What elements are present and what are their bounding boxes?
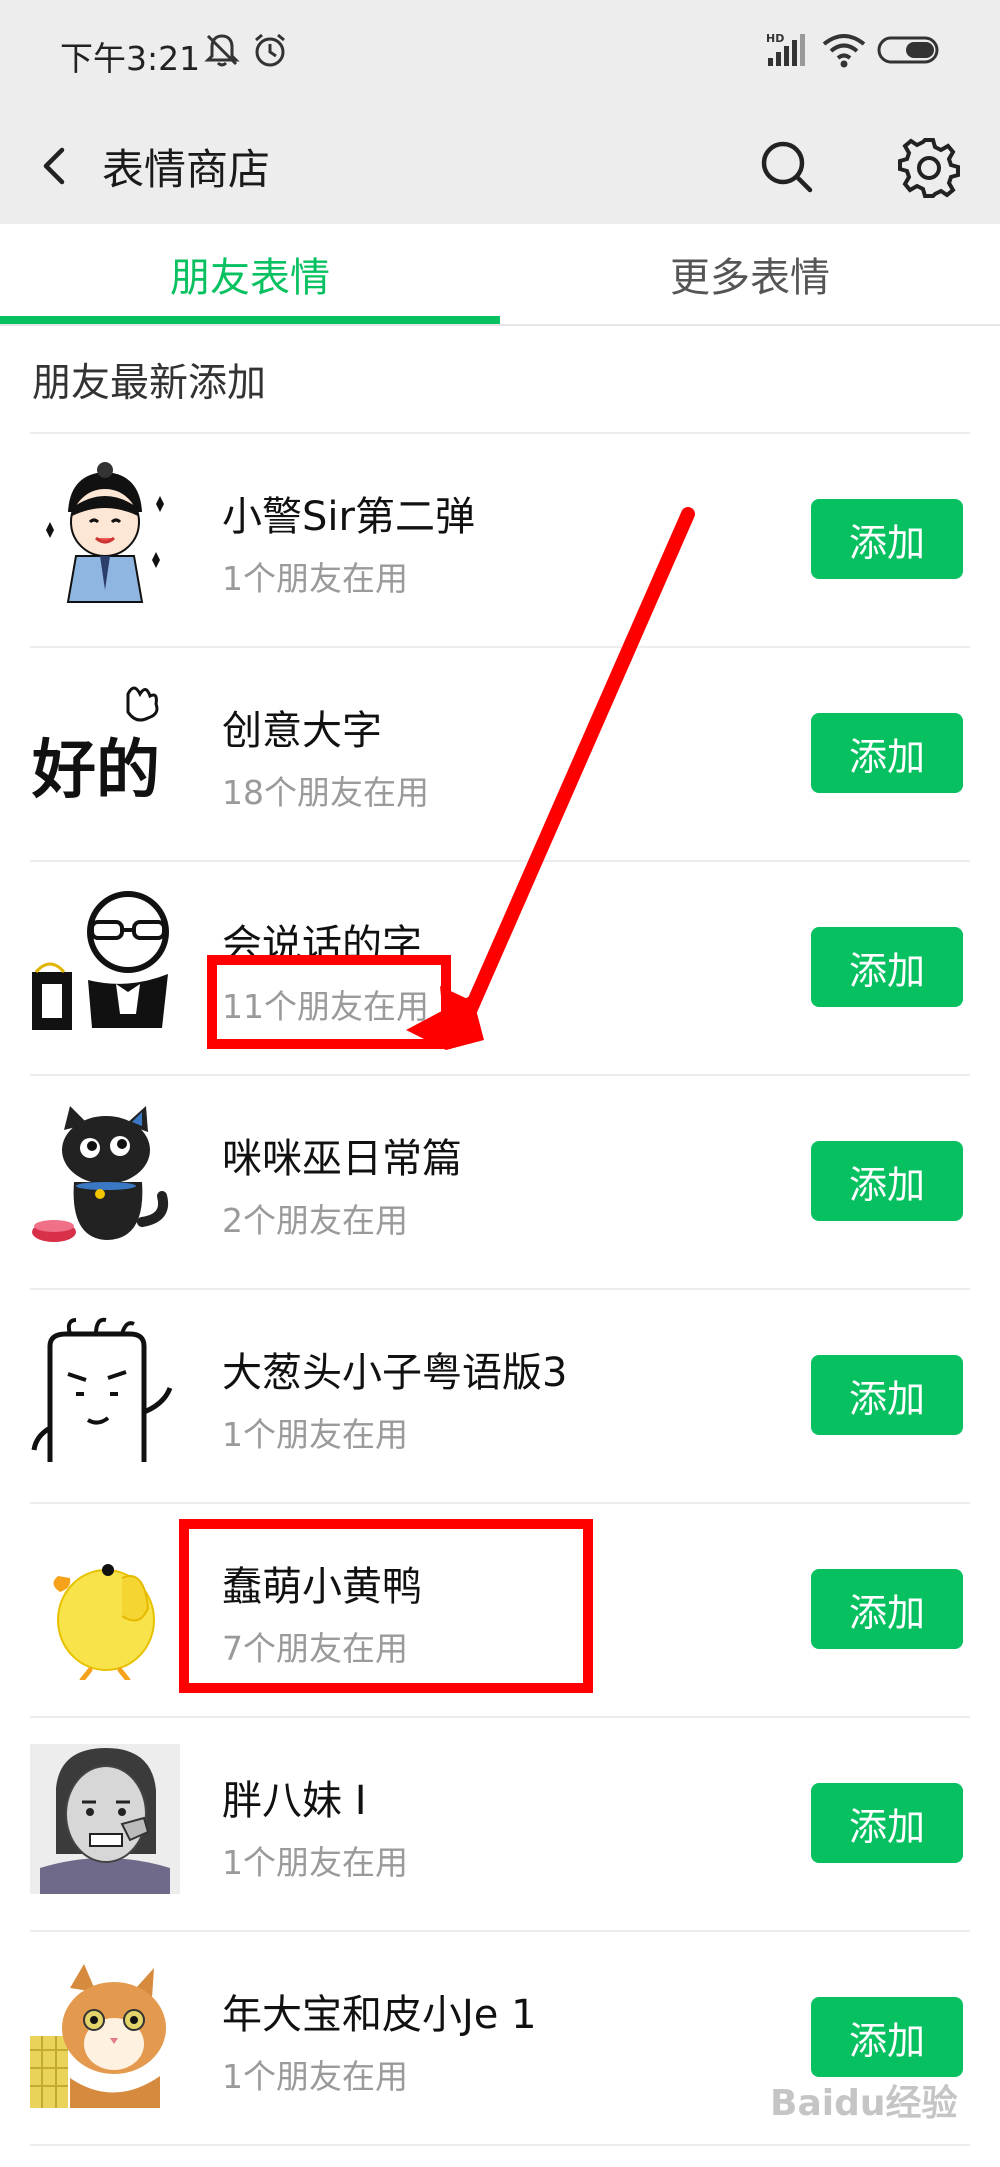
tab-more-stickers[interactable]: 更多表情 (500, 224, 1000, 324)
page-title: 表情商店 (102, 145, 271, 194)
add-button[interactable]: 添加 (811, 927, 963, 1007)
item-name: 蠢萌小黄鸭 (222, 1564, 422, 1610)
watermark: Baidu经验 (770, 2083, 958, 2124)
list-item[interactable]: 胖八妹 I 1个朋友在用 添加 (0, 1716, 1000, 1930)
yellow-duck-sticker-thumb (53, 1564, 155, 1680)
item-friend-count: 1个朋友在用 (222, 1415, 408, 1454)
item-friend-count: 11个朋友在用 (222, 987, 429, 1026)
item-friend-count: 18个朋友在用 (222, 773, 429, 812)
gear-icon[interactable] (898, 136, 960, 198)
item-friend-count: 2个朋友在用 (222, 1201, 408, 1240)
police-girl-sticker-thumb (46, 462, 164, 603)
black-cat-sticker-thumb (32, 1106, 168, 1242)
item-friend-count: 1个朋友在用 (222, 2057, 408, 2096)
tab-label: 朋友表情 (170, 255, 330, 301)
list-item[interactable]: 小警Sir第二弹 1个朋友在用 添加 (0, 432, 1000, 646)
wifi-icon (822, 34, 866, 68)
scallion-boy-sticker-thumb (31, 1317, 173, 1462)
item-name: 会说话的字 (222, 922, 422, 968)
svg-text:HD: HD (766, 32, 784, 45)
divider (30, 1716, 970, 1718)
list-item[interactable]: 大葱头小子粤语版3 1个朋友在用 添加 (0, 1288, 1000, 1502)
hd-signal-icon: HD (766, 32, 805, 66)
orange-cat-sticker-thumb (30, 1964, 166, 2108)
talking-character-sticker-thumb (32, 891, 169, 1030)
status-bar: 下午3:21 HD (0, 0, 1000, 108)
active-tab-indicator (0, 316, 500, 324)
item-name: 小警Sir第二弹 (222, 494, 475, 540)
divider (30, 860, 970, 862)
item-friend-count: 7个朋友在用 (222, 1629, 408, 1668)
item-friend-count: 1个朋友在用 (222, 559, 408, 598)
add-button[interactable]: 添加 (811, 1141, 963, 1221)
add-button[interactable]: 添加 (811, 1355, 963, 1435)
add-button[interactable]: 添加 (811, 1783, 963, 1863)
divider (30, 432, 970, 434)
item-name: 胖八妹 I (222, 1778, 367, 1824)
list-item[interactable]: 会说话的字 11个朋友在用 添加 (0, 860, 1000, 1074)
alarm-icon (255, 33, 285, 67)
section-title: 朋友最新添加 (32, 361, 267, 406)
item-name: 年大宝和皮小Je 1 (222, 1992, 537, 2038)
add-button[interactable]: 添加 (811, 713, 963, 793)
item-name: 大葱头小子粤语版3 (222, 1350, 568, 1396)
tab-bar: 朋友表情 更多表情 (0, 224, 1000, 326)
tab-friend-stickers[interactable]: 朋友表情 (0, 224, 500, 324)
divider (30, 1288, 970, 1290)
chubby-girl-sticker-thumb (30, 1744, 180, 1894)
big-text-sticker-thumb: 好的 (31, 686, 160, 808)
status-time: 下午3:21 (60, 39, 201, 78)
list-item[interactable]: 咪咪巫日常篇 2个朋友在用 添加 (0, 1074, 1000, 1288)
list-item[interactable]: 蠢萌小黄鸭 7个朋友在用 添加 (0, 1502, 1000, 1716)
add-button[interactable]: 添加 (811, 1569, 963, 1649)
app-bar: 表情商店 (0, 108, 1000, 224)
bell-off-icon (204, 34, 240, 67)
list-item[interactable]: 好的 创意大字 18个朋友在用 添加 (0, 646, 1000, 860)
item-name: 创意大字 (222, 708, 382, 754)
back-button[interactable] (28, 138, 84, 194)
battery-icon (877, 36, 939, 64)
divider (30, 2144, 970, 2146)
divider (30, 1074, 970, 1076)
add-button[interactable]: 添加 (811, 499, 963, 579)
add-button[interactable]: 添加 (811, 1997, 963, 2077)
divider (30, 1930, 970, 1932)
divider (30, 1502, 970, 1504)
item-name: 咪咪巫日常篇 (222, 1136, 462, 1182)
item-friend-count: 1个朋友在用 (222, 1843, 408, 1882)
divider (30, 646, 970, 648)
thumb-text: 好的 (31, 734, 160, 808)
search-icon[interactable] (756, 136, 816, 196)
tab-label: 更多表情 (670, 255, 830, 301)
